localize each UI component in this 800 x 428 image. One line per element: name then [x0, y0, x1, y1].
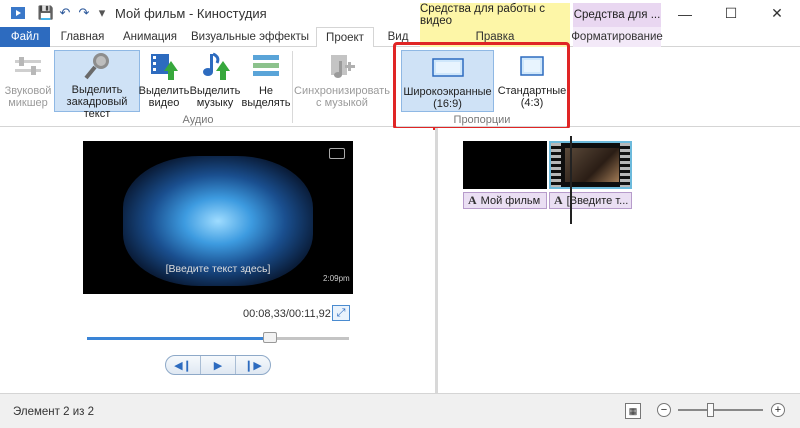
text-caption-icon: A: [468, 193, 477, 207]
video-clip-selected[interactable]: [549, 141, 632, 189]
video-timestamp-badge: 2:09pm: [323, 274, 350, 283]
zoom-in-icon: +: [774, 404, 782, 416]
sound-mixer-button[interactable]: Звуковой микшер: [4, 50, 52, 112]
playback-controls: ◀❙ ▶ ❙▶: [165, 355, 271, 375]
seek-bar-fill: [87, 337, 271, 340]
ribbon-separator: [292, 51, 293, 123]
caption-item-label: Мой фильм: [480, 194, 541, 207]
emphasize-narration-button[interactable]: Выделить закадровый текст: [54, 50, 140, 120]
balance-bars-icon: [250, 50, 282, 82]
no-emphasis-label-2: выделять: [241, 97, 291, 109]
sound-mixer-label-1: Звуковой: [4, 85, 52, 97]
no-emphasis-button[interactable]: Не выделять: [241, 50, 291, 112]
no-emphasis-label-1: Не: [258, 85, 274, 97]
maximize-button[interactable]: ☐: [708, 0, 754, 27]
tab-file[interactable]: Файл: [0, 27, 50, 47]
sound-mixer-icon: [12, 50, 44, 82]
caption-item[interactable]: A [Введите т...: [549, 192, 632, 209]
video-clip[interactable]: [463, 141, 547, 189]
contextual-tab-video-tools: Средства для работы с видео: [420, 3, 570, 27]
zoom-slider[interactable]: [678, 403, 763, 417]
highlight-annotation: [393, 42, 570, 130]
thumbnail-size-button[interactable]: ▦: [625, 403, 641, 419]
video-volume-up-icon: [148, 50, 180, 82]
previous-frame-icon: ◀❙: [174, 359, 192, 372]
caption-item[interactable]: A Мой фильм: [463, 192, 547, 209]
next-frame-icon: ❙▶: [244, 359, 262, 372]
video-preview[interactable]: [Введите текст здесь] 2:09pm: [83, 141, 353, 294]
app-icon: [10, 5, 26, 21]
emphasize-narration-label-1: Выделить: [71, 84, 123, 96]
music-volume-up-icon: [199, 50, 231, 82]
contextual-tab-text-tools: Средства для ...: [573, 3, 661, 27]
emphasize-music-button[interactable]: Выделить музыку: [190, 50, 240, 112]
close-button[interactable]: ✕: [754, 0, 800, 27]
video-logo: [329, 148, 345, 159]
zoom-slider-thumb[interactable]: [707, 403, 715, 417]
expand-icon: ⤢: [336, 306, 346, 319]
sync-music-icon: [326, 50, 358, 82]
sync-music-label-2: с музыкой: [316, 97, 368, 109]
film-strip-edge: [620, 143, 630, 187]
zoom-in-button[interactable]: +: [771, 403, 785, 417]
title-bar: 💾 ↶ ↷ ▾ Мой фильм - Киностудия Средства …: [0, 0, 800, 27]
minimize-button[interactable]: —: [662, 0, 708, 27]
microphone-icon: [81, 51, 113, 81]
tab-animations[interactable]: Анимация: [115, 27, 185, 47]
next-frame-button[interactable]: ❙▶: [235, 356, 270, 374]
redo-icon[interactable]: ↷: [76, 5, 92, 21]
emphasize-video-button[interactable]: Выделить видео: [138, 50, 190, 112]
zoom-out-icon: −: [660, 404, 668, 416]
play-icon: ▶: [213, 359, 223, 372]
seek-bar-thumb[interactable]: [263, 332, 278, 343]
previous-frame-button[interactable]: ◀❙: [166, 356, 200, 374]
sync-music-button[interactable]: Синхронизировать с музыкой: [294, 50, 390, 112]
time-readout: 00:08,33/00:11,92: [243, 308, 331, 320]
emphasize-video-label-1: Выделить: [138, 85, 190, 97]
text-caption-icon: A: [554, 193, 563, 207]
undo-icon[interactable]: ↶: [57, 5, 73, 21]
caption-item-label: [Введите т...: [566, 194, 629, 207]
preview-pane: [Введите текст здесь] 2:09pm 00:08,33/00…: [0, 128, 433, 393]
seek-bar[interactable]: [87, 332, 349, 343]
tab-format[interactable]: Форматирование: [571, 27, 663, 47]
clip-thumbnail: [565, 148, 619, 182]
emphasize-video-label-2: видео: [148, 97, 180, 109]
tab-home[interactable]: Главная: [55, 27, 110, 47]
status-text: Элемент 2 из 2: [13, 406, 94, 418]
emphasize-music-label-1: Выделить: [189, 85, 241, 97]
save-icon[interactable]: 💾: [38, 5, 54, 21]
fullscreen-button[interactable]: ⤢: [332, 305, 350, 321]
zoom-out-button[interactable]: −: [657, 403, 671, 417]
emphasize-music-label-2: музыку: [196, 97, 234, 109]
thumbnail-size-icon: ▦: [628, 405, 638, 416]
window-title: Мой фильм - Киностудия: [115, 6, 267, 21]
video-caption-text: [Введите текст здесь]: [165, 263, 271, 275]
audio-group-label: Аудио: [182, 114, 214, 126]
play-button[interactable]: ▶: [200, 356, 235, 374]
sound-mixer-label-2: микшер: [8, 97, 48, 109]
sync-music-label-1: Синхронизировать: [294, 85, 390, 97]
storyboard: A Мой фильм A [Введите т...: [438, 128, 800, 393]
quick-access-dropdown-icon[interactable]: ▾: [94, 5, 110, 21]
tab-visual-effects[interactable]: Визуальные эффекты: [190, 27, 310, 47]
tab-project[interactable]: Проект: [316, 27, 374, 48]
status-bar: Элемент 2 из 2 ▦ − +: [0, 393, 800, 428]
film-strip-edge: [551, 143, 561, 187]
playhead[interactable]: [570, 136, 572, 224]
